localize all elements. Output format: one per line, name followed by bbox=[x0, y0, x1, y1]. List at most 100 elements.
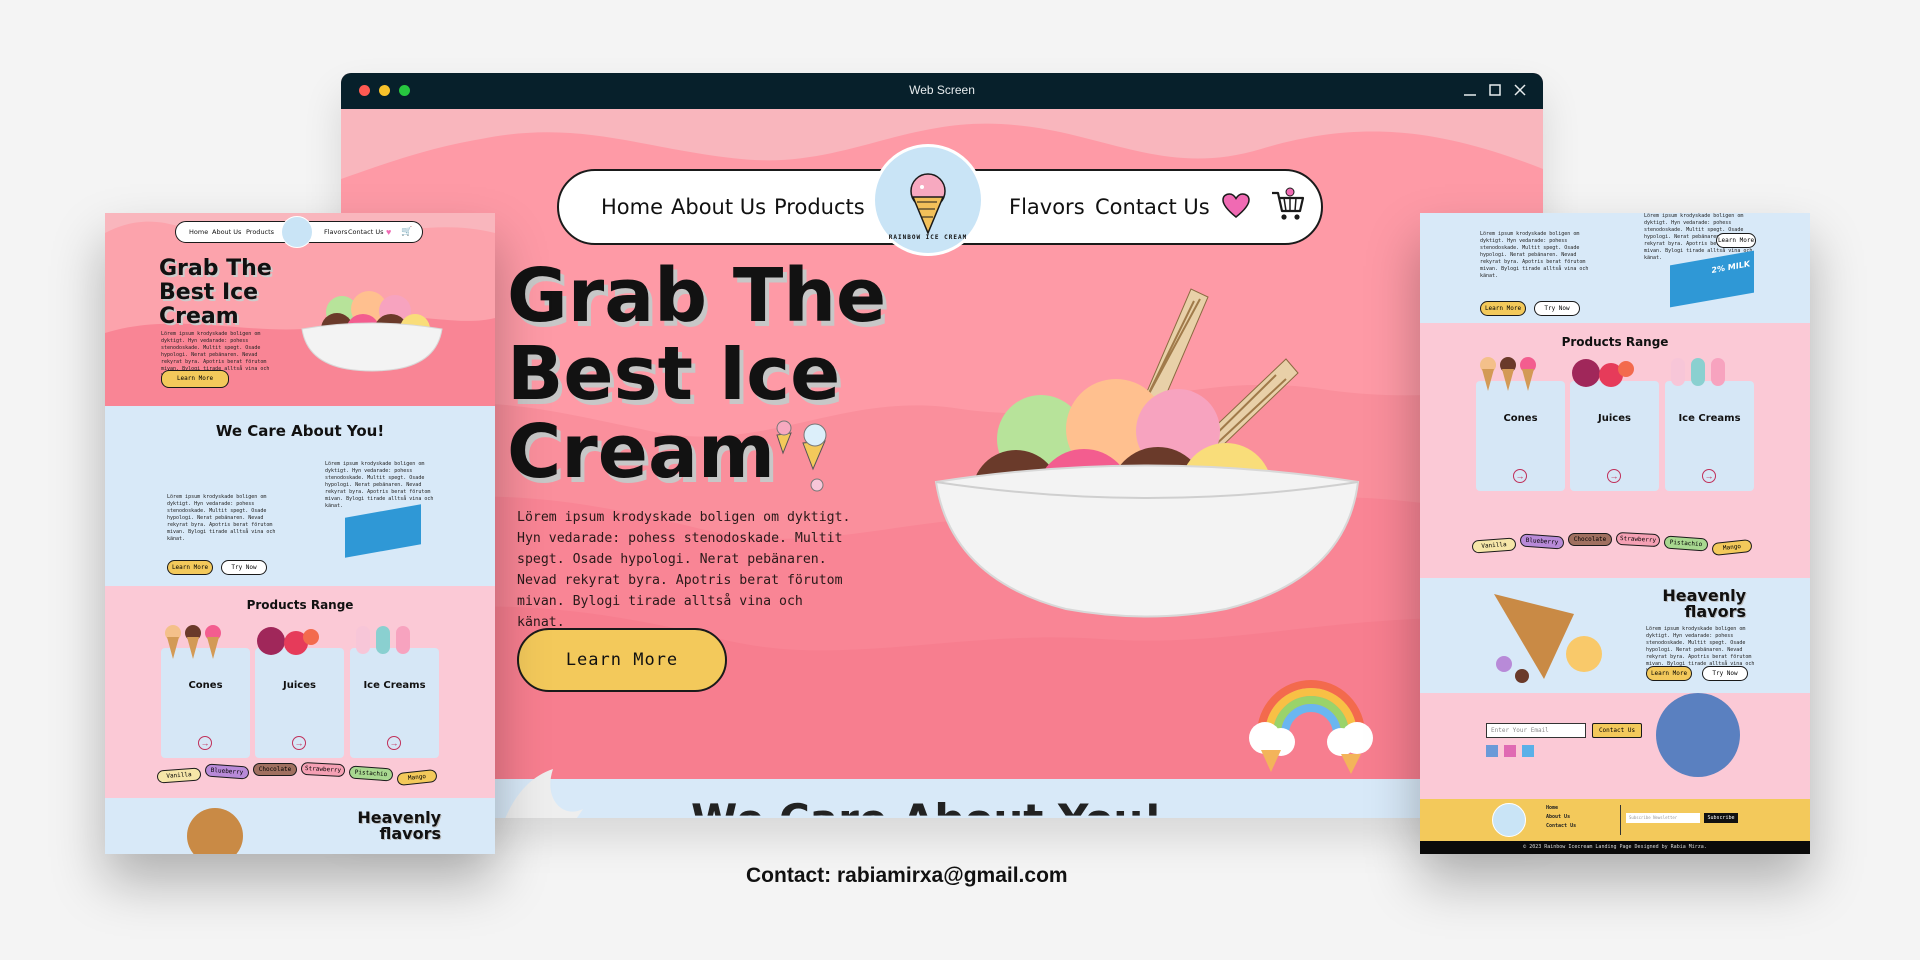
nav-link-products[interactable]: Products bbox=[774, 195, 865, 219]
mini-logo[interactable] bbox=[281, 216, 313, 248]
mini-flavor-tags: Vanilla Blueberry Chocolate Strawberry P… bbox=[105, 761, 495, 791]
right-products-section: Products Range Cones → Juices → Ice Crea… bbox=[1420, 323, 1810, 578]
footer-link[interactable]: About Us bbox=[1546, 814, 1570, 821]
nav-link-contact[interactable]: Contact Us bbox=[1095, 195, 1210, 219]
instagram-icon[interactable] bbox=[1504, 745, 1516, 757]
nav-link-flavors[interactable]: Flavors bbox=[1009, 195, 1085, 219]
footer-divider bbox=[1620, 805, 1621, 835]
heart-icon[interactable] bbox=[1222, 193, 1250, 219]
milk-carton-image bbox=[345, 504, 421, 558]
hero-section: Home About Us Products Flavors Contact U… bbox=[341, 109, 1543, 818]
arrow-right-icon[interactable]: → bbox=[1702, 469, 1716, 483]
mini-care-text: Lörem ipsum krodyskade boligen om dyktig… bbox=[167, 494, 276, 542]
flavor-tag[interactable]: Vanilla bbox=[156, 767, 202, 784]
learn-more-button[interactable]: Learn More bbox=[517, 628, 727, 692]
waffle-cone-image bbox=[1494, 594, 1602, 683]
minimize-icon[interactable] bbox=[1462, 82, 1478, 98]
mini-nav-products[interactable]: Products bbox=[246, 228, 274, 236]
rainbow-icon bbox=[1249, 680, 1373, 774]
mini-care-text-right: Lörem ipsum krodyskade boligen om dyktig… bbox=[325, 461, 434, 509]
email-input[interactable]: Enter Your Email bbox=[1486, 723, 1586, 738]
care-title-peek: We Care About You! bbox=[691, 795, 1162, 816]
logo-text: RAINBOW ICE CREAM bbox=[888, 234, 968, 241]
milk-label: 2% MILK bbox=[1711, 259, 1750, 276]
mini-heavenly-line: flavors bbox=[379, 824, 442, 843]
mini-heavenly-title: Heavenly flavors bbox=[341, 810, 441, 842]
subscribe-button[interactable]: Subscribe bbox=[1704, 813, 1738, 823]
arrow-right-icon[interactable]: → bbox=[1513, 469, 1527, 483]
mini-product-name: Juices bbox=[283, 680, 316, 691]
cart-icon[interactable]: 🛒 bbox=[401, 226, 412, 237]
heart-icon[interactable]: ♥ bbox=[386, 227, 391, 237]
right-care-section: Lörem ipsum krodyskade boligen om dyktig… bbox=[1420, 213, 1810, 323]
flavor-tag[interactable]: Chocolate bbox=[253, 763, 297, 776]
arrow-right-icon[interactable]: → bbox=[1607, 469, 1621, 483]
hero-description: Lörem ipsum krodyskade boligen om dyktig… bbox=[517, 510, 851, 630]
flavor-tag[interactable]: Vanilla bbox=[1471, 537, 1517, 554]
twitter-icon[interactable] bbox=[1522, 745, 1534, 757]
mini-try-now-button[interactable]: Try Now bbox=[221, 560, 267, 575]
right-product-name: Cones bbox=[1503, 413, 1538, 424]
newsletter-input[interactable]: Subscribe Newsletter bbox=[1626, 813, 1700, 823]
product-images bbox=[1480, 357, 1725, 391]
cart-icon[interactable] bbox=[1270, 187, 1306, 223]
mini-learn-more-button[interactable]: Learn More bbox=[161, 370, 229, 388]
mini-heavenly-section: Heavenly flavors bbox=[105, 798, 495, 854]
right-heavenly-section: Heavenly flavors Lörem ipsum krodyskade … bbox=[1420, 578, 1810, 693]
arrow-right-icon[interactable]: → bbox=[292, 736, 306, 750]
milk-splash-image bbox=[505, 769, 583, 818]
mini-products-title: Products Range bbox=[246, 598, 354, 612]
contact-us-button[interactable]: Contact Us bbox=[1592, 723, 1642, 738]
right-heavenly-try-now[interactable]: Try Now bbox=[1702, 666, 1748, 681]
maximize-icon[interactable] bbox=[1487, 82, 1503, 98]
right-product-name: Juices bbox=[1598, 413, 1631, 424]
flavor-tag[interactable]: Strawberry bbox=[300, 761, 346, 778]
mini-nav-about[interactable]: About Us bbox=[212, 228, 241, 236]
right-heavenly-learn-more[interactable]: Learn More bbox=[1646, 666, 1692, 681]
arrow-right-icon[interactable]: → bbox=[198, 736, 212, 750]
flavor-tag[interactable]: Mango bbox=[396, 768, 438, 787]
arrow-right-icon[interactable]: → bbox=[387, 736, 401, 750]
right-learn-more-small[interactable]: Learn More bbox=[1716, 233, 1756, 248]
nav-link-about[interactable]: About Us bbox=[671, 195, 766, 219]
flavor-tag[interactable]: Pistachio bbox=[348, 765, 394, 782]
flavor-tag[interactable]: Pistachio bbox=[1663, 535, 1709, 552]
mini-hero-title: Grab The Best Ice Cream bbox=[159, 257, 272, 329]
mini-product-name: Ice Creams bbox=[363, 680, 426, 691]
facebook-icon[interactable] bbox=[1486, 745, 1498, 757]
mini-nav-home[interactable]: Home bbox=[189, 228, 208, 236]
copyright-bar: © 2023 Rainbow Icecream Landing Page Des… bbox=[1420, 841, 1810, 854]
right-try-now-button[interactable]: Try Now bbox=[1534, 301, 1580, 316]
footer-logo[interactable] bbox=[1492, 803, 1526, 837]
footer-link[interactable]: Home bbox=[1546, 805, 1558, 812]
flavor-tag[interactable]: Blueberry bbox=[204, 763, 250, 780]
cone-photo bbox=[1656, 693, 1740, 777]
nav-link-home[interactable]: Home bbox=[601, 195, 663, 219]
ice-cream-cone-icon bbox=[776, 420, 827, 492]
flavor-tag[interactable]: Blueberry bbox=[1519, 533, 1565, 550]
footer-link[interactable]: Contact Us bbox=[1546, 823, 1576, 830]
mini-hero-line: Grab The bbox=[159, 256, 272, 281]
hero-headline-line: Grab The bbox=[507, 253, 887, 339]
mini-product-name: Cones bbox=[188, 680, 223, 691]
product-images bbox=[165, 625, 410, 659]
mini-nav-contact[interactable]: Contact Us bbox=[348, 228, 384, 236]
right-care-text: Lörem ipsum krodyskade boligen om dyktig… bbox=[1480, 231, 1589, 279]
hero-headline-line: Best Ice bbox=[507, 331, 841, 417]
brand-logo[interactable]: RAINBOW ICE CREAM bbox=[872, 144, 984, 256]
flavor-tag[interactable]: Strawberry bbox=[1615, 531, 1661, 548]
right-footer: Home About Us Contact Us Subscribe Newsl… bbox=[1420, 799, 1810, 841]
mini-nav-flavors[interactable]: Flavors bbox=[324, 228, 347, 236]
mini-care-section: We Care About You! Lörem ipsum krodyskad… bbox=[105, 406, 495, 586]
right-heavenly-title: Heavenly flavors bbox=[1646, 588, 1746, 620]
flavor-tag[interactable]: Chocolate bbox=[1568, 533, 1612, 546]
close-icon[interactable] bbox=[1512, 82, 1528, 98]
right-learn-more-button[interactable]: Learn More bbox=[1480, 301, 1526, 316]
flavor-tag[interactable]: Mango bbox=[1711, 538, 1753, 557]
window-title-bar: Web Screen bbox=[341, 73, 1543, 109]
mini-hero-line: Best Ice bbox=[159, 280, 259, 305]
right-product-name: Ice Creams bbox=[1678, 413, 1741, 424]
right-products-title: Products Range bbox=[1561, 335, 1669, 349]
mini-learn-more-button-2[interactable]: Learn More bbox=[167, 560, 213, 575]
mini-hero-line: Cream bbox=[159, 304, 239, 329]
